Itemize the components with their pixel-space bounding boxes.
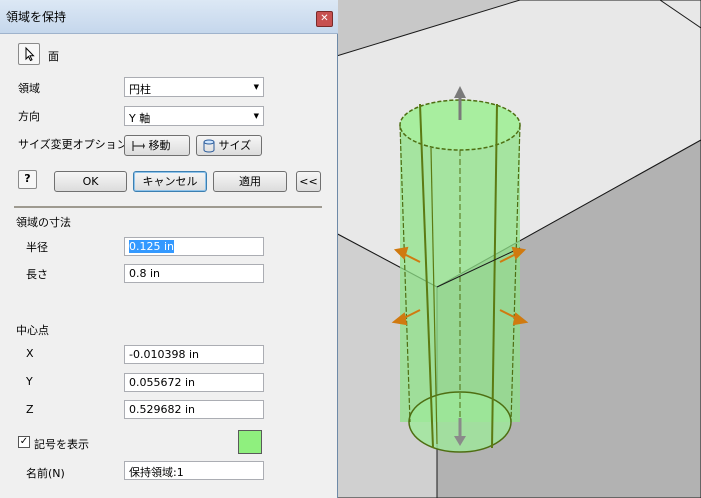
length-label: 長さ bbox=[26, 268, 48, 281]
close-icon[interactable]: ✕ bbox=[316, 11, 333, 27]
center-heading: 中心点 bbox=[16, 324, 49, 337]
radius-input[interactable]: 0.125 in bbox=[124, 237, 264, 256]
cursor-arrow-icon bbox=[25, 46, 35, 62]
region-select[interactable]: 円柱 ▼ bbox=[124, 77, 264, 97]
symbol-color-swatch[interactable] bbox=[238, 430, 262, 454]
resize-options-label: サイズ変更オプション bbox=[18, 138, 128, 151]
x-label: X bbox=[26, 347, 34, 360]
face-select-button[interactable] bbox=[18, 43, 40, 65]
show-symbol-label: 記号を表示 bbox=[34, 438, 89, 451]
y-label: Y bbox=[26, 375, 33, 388]
preserve-region-dialog: 領域を保持 ✕ 面 領域 円柱 ▼ 方向 Y 軸 ▼ サイズ変更オプション 移動… bbox=[0, 0, 338, 498]
move-button[interactable]: 移動 bbox=[124, 135, 190, 156]
region-label: 領域 bbox=[18, 82, 40, 95]
direction-label: 方向 bbox=[18, 110, 40, 123]
collapse-button[interactable]: << bbox=[296, 171, 321, 192]
dialog-title: 領域を保持 bbox=[6, 10, 67, 24]
length-input[interactable]: 0.8 in bbox=[124, 264, 264, 283]
chevron-down-icon: ▼ bbox=[253, 112, 259, 120]
center-y-input[interactable]: 0.055672 in bbox=[124, 373, 264, 392]
region-select-value: 円柱 bbox=[129, 83, 151, 96]
name-input[interactable]: 保持領域:1 bbox=[124, 461, 264, 480]
ok-button[interactable]: OK bbox=[54, 171, 127, 192]
radius-label: 半径 bbox=[26, 241, 48, 254]
cancel-button[interactable]: キャンセル bbox=[133, 171, 207, 192]
apply-button[interactable]: 適用 bbox=[213, 171, 287, 192]
face-label: 面 bbox=[48, 50, 59, 63]
size-button-label: サイズ bbox=[218, 139, 252, 152]
section-divider bbox=[14, 206, 322, 208]
z-label: Z bbox=[26, 403, 34, 416]
show-symbol-checkbox[interactable]: ✓ bbox=[18, 436, 30, 448]
dimensions-heading: 領域の寸法 bbox=[16, 216, 71, 229]
center-x-input[interactable]: -0.010398 in bbox=[124, 345, 264, 364]
radius-input-value: 0.125 in bbox=[129, 240, 175, 253]
help-icon[interactable]: ? bbox=[18, 170, 37, 189]
cylinder-icon bbox=[203, 139, 215, 153]
move-icon bbox=[132, 141, 145, 151]
name-label: 名前(N) bbox=[26, 467, 65, 480]
direction-select-value: Y 軸 bbox=[129, 112, 151, 125]
help-glyph: ? bbox=[24, 172, 31, 185]
center-z-input[interactable]: 0.529682 in bbox=[124, 400, 264, 419]
dialog-titlebar[interactable]: 領域を保持 ✕ bbox=[0, 0, 338, 34]
move-button-label: 移動 bbox=[148, 139, 171, 152]
chevron-down-icon: ▼ bbox=[253, 83, 259, 91]
size-button[interactable]: サイズ bbox=[196, 135, 262, 156]
cylinder-region[interactable] bbox=[399, 99, 521, 453]
direction-select[interactable]: Y 軸 ▼ bbox=[124, 106, 264, 126]
